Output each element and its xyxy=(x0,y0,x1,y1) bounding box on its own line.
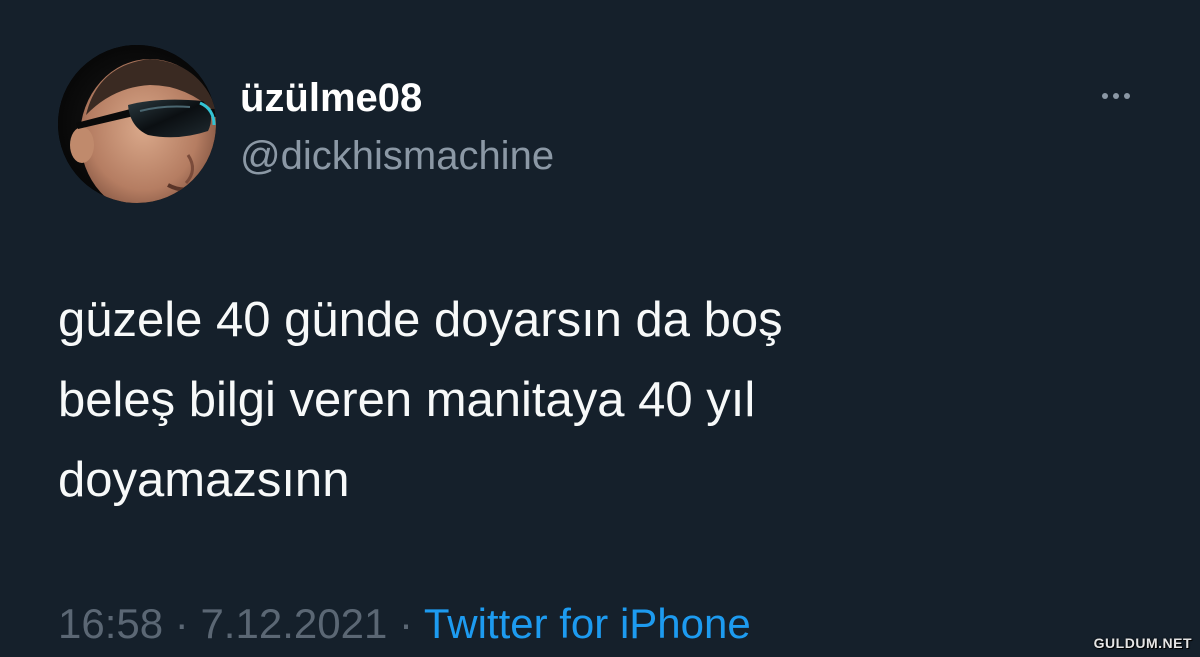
tweet-metadata: 16:58 · 7.12.2021 · Twitter for iPhone xyxy=(58,598,751,650)
more-options-button[interactable] xyxy=(1088,80,1144,112)
more-horizontal-icon xyxy=(1102,93,1130,99)
tweet-text: güzele 40 günde doyarsın da boş beleş bi… xyxy=(58,280,1118,520)
user-handle[interactable]: @dickhismachine xyxy=(240,132,554,180)
tweet-time[interactable]: 16:58 xyxy=(58,600,163,647)
tweet-text-line: güzele 40 günde doyarsın da boş xyxy=(58,293,783,347)
watermark: GULDUM.NET xyxy=(1093,635,1192,651)
tweet-text-line: doyamazsınn xyxy=(58,453,350,507)
tweet-card: üzülme08 @dickhismachine güzele 40 günde… xyxy=(0,0,1200,657)
avatar-photo xyxy=(58,45,216,203)
meta-separator: · xyxy=(174,600,189,647)
tweet-text-line: beleş bilgi veren manitaya 40 yıl xyxy=(58,373,756,427)
meta-separator: · xyxy=(398,600,413,647)
avatar[interactable] xyxy=(58,45,216,203)
tweet-source-link[interactable]: Twitter for iPhone xyxy=(424,600,751,647)
tweet-date[interactable]: 7.12.2021 xyxy=(200,600,387,647)
display-name[interactable]: üzülme08 xyxy=(240,74,422,122)
